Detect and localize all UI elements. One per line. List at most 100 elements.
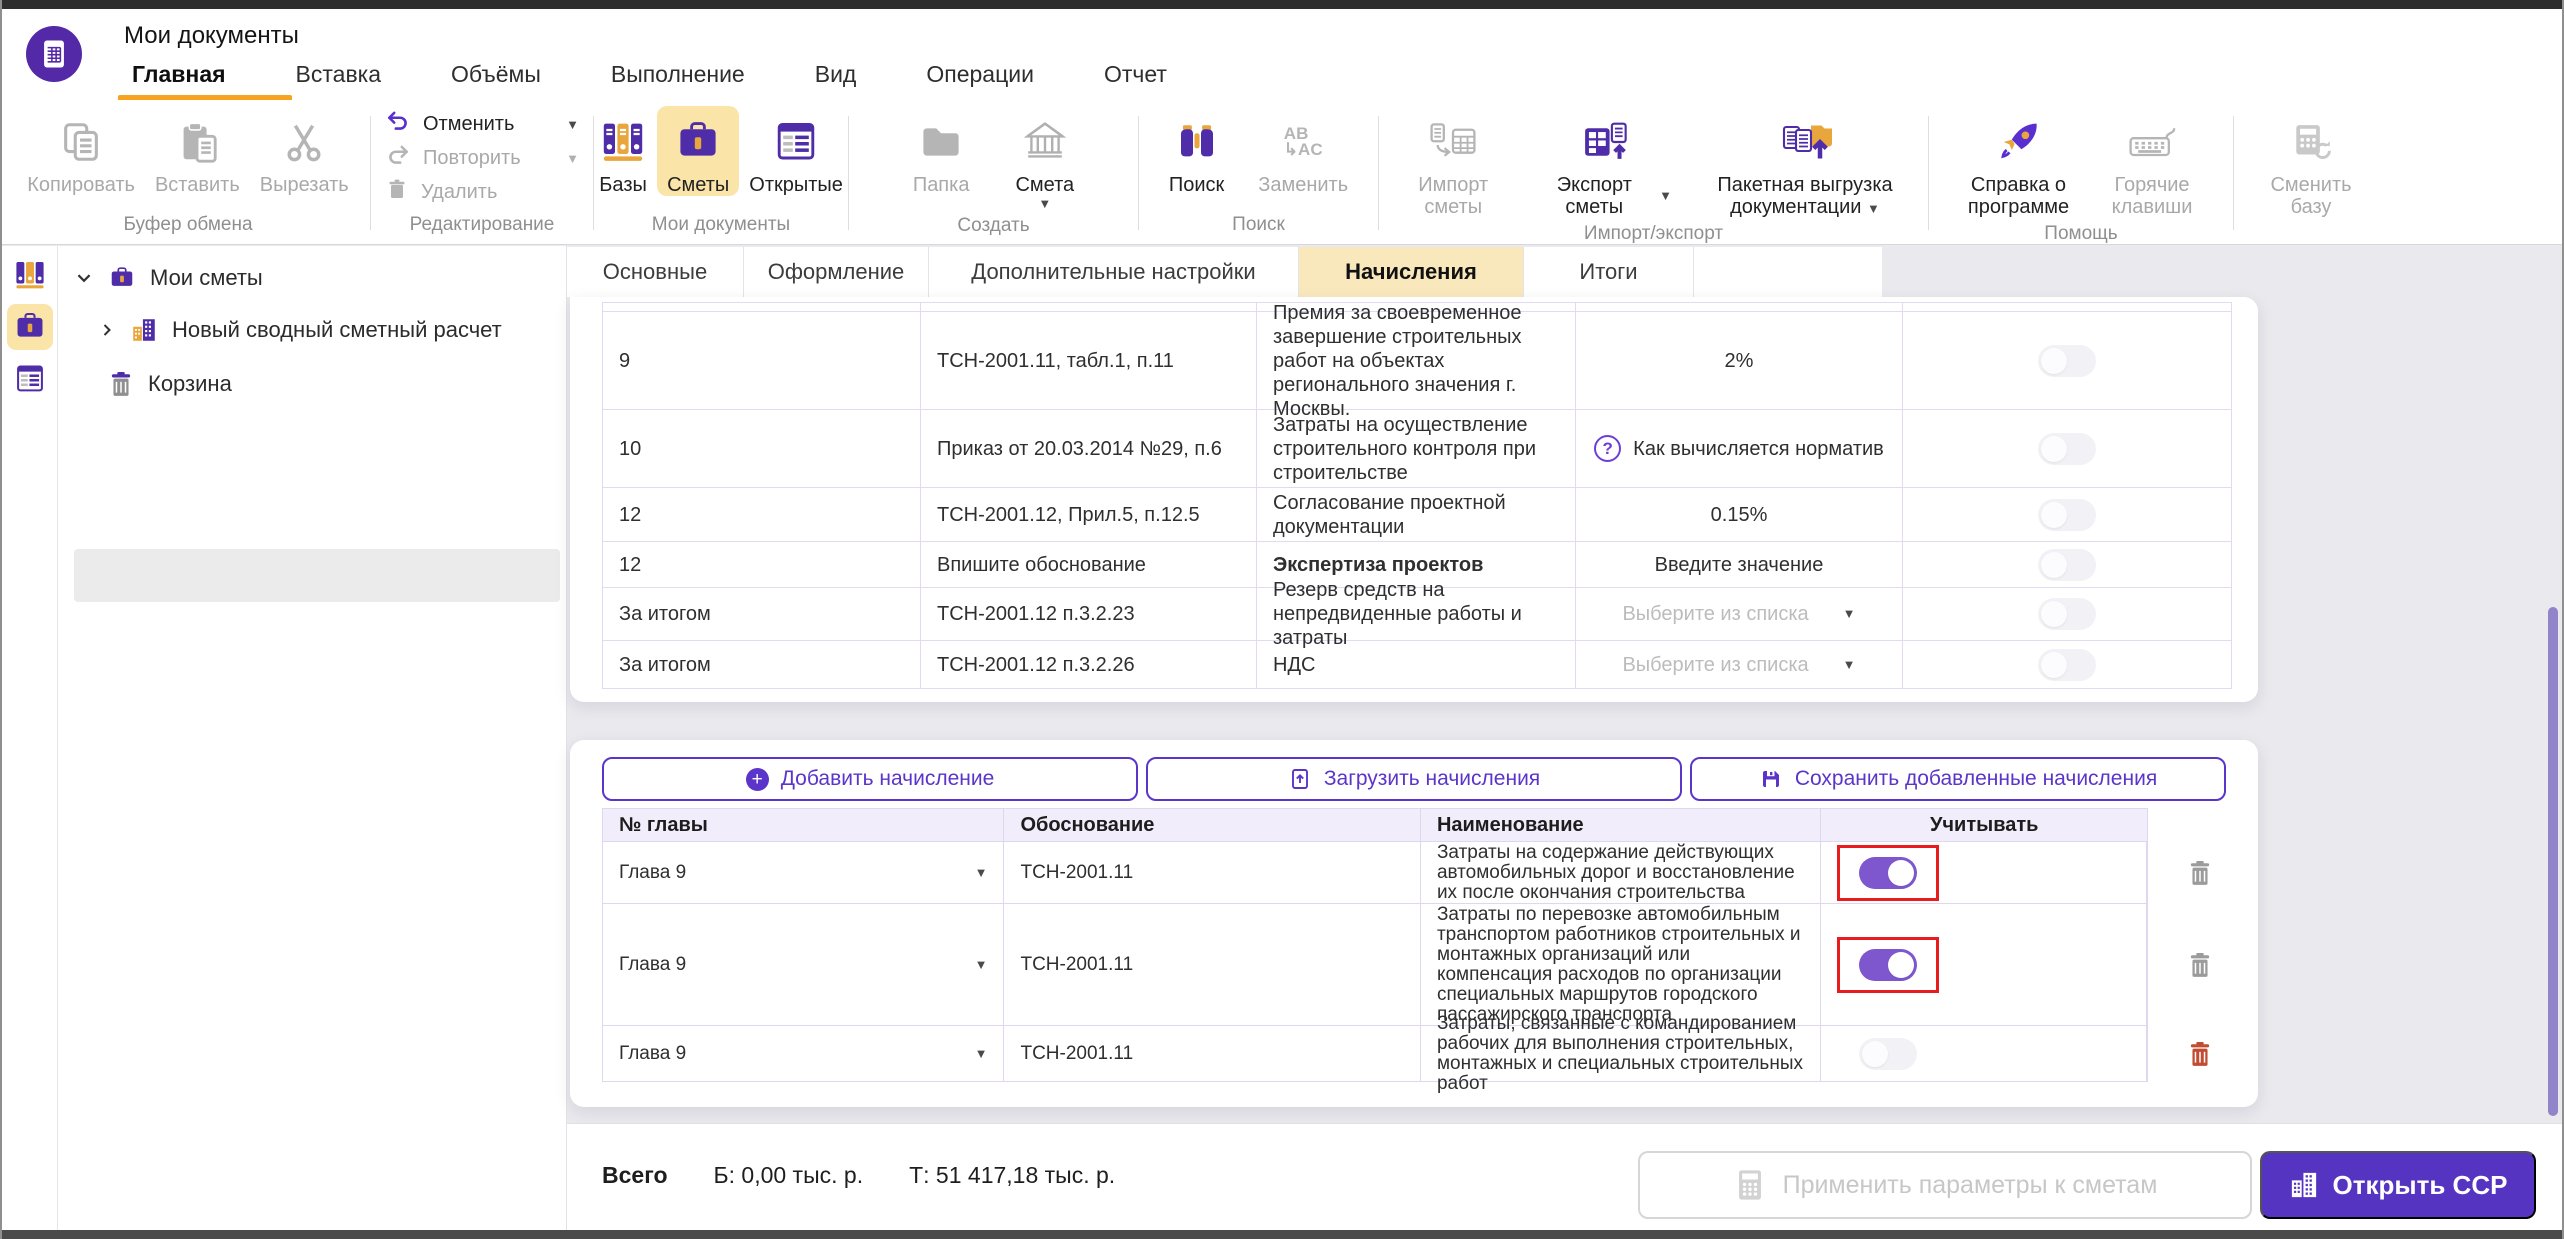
ribbon-tab-obyomy[interactable]: Объёмы bbox=[445, 61, 547, 104]
bases-button[interactable]: Базы bbox=[589, 106, 657, 196]
group-create: Папка Смета ▼ Создать bbox=[851, 100, 1136, 244]
how-calculated-link[interactable]: ?Как вычисляется норматив bbox=[1594, 435, 1884, 462]
basis-input[interactable]: Впишите обоснование bbox=[921, 542, 1257, 587]
value-select[interactable]: Выберите из списка▼ bbox=[1622, 602, 1855, 626]
toggle-wrap bbox=[1837, 1026, 1939, 1082]
copy-icon bbox=[58, 114, 104, 170]
basis-cell[interactable]: ТСН-2001.11 bbox=[1004, 842, 1420, 903]
undo-icon bbox=[385, 108, 411, 140]
group-caption: Редактирование bbox=[379, 210, 585, 242]
ribbon-tab-operacii[interactable]: Операции bbox=[920, 61, 1040, 104]
buildings-icon bbox=[130, 316, 158, 344]
vertical-scrollbar[interactable] bbox=[2548, 607, 2558, 1116]
apply-parameters-button[interactable]: Применить параметры к сметам bbox=[1638, 1151, 2252, 1219]
selected-row-highlight bbox=[74, 549, 560, 602]
tab-oformlenie[interactable]: Оформление bbox=[744, 247, 929, 297]
table-row: 10 Приказ от 20.03.2014 №29, п.6 Затраты… bbox=[603, 410, 2231, 488]
basis-cell[interactable]: ТСН-2001.12, Прил.5, п.12.5 bbox=[921, 488, 1257, 541]
toggle[interactable] bbox=[2038, 649, 2096, 681]
chevron-down-icon[interactable] bbox=[74, 268, 94, 288]
briefcase-icon bbox=[674, 114, 722, 170]
hotkeys-button[interactable]: Горячие клавиши bbox=[2095, 106, 2210, 219]
redo-button[interactable]: Повторить ▼ bbox=[379, 141, 585, 175]
switch-base-button[interactable]: Сменить базу bbox=[2256, 106, 2366, 219]
toggle[interactable] bbox=[2038, 549, 2096, 581]
group-switch-base: Сменить базу bbox=[2236, 100, 2386, 244]
toggle[interactable] bbox=[2038, 598, 2096, 630]
toggle[interactable] bbox=[2038, 433, 2096, 465]
rail-bases-button[interactable] bbox=[7, 252, 53, 298]
tab-osnovnye[interactable]: Основные bbox=[567, 247, 744, 297]
chapter-select[interactable]: Глава 9▼ bbox=[603, 904, 1004, 1025]
replace-button[interactable]: AB↳AC Заменить bbox=[1248, 106, 1358, 196]
binders-icon bbox=[599, 114, 647, 170]
chevron-right-icon[interactable] bbox=[98, 321, 116, 339]
basis-cell[interactable]: ТСН-2001.12 п.3.2.23 bbox=[921, 588, 1257, 640]
import-icon bbox=[1427, 114, 1479, 170]
chapter-select[interactable]: Глава 9▼ bbox=[603, 842, 1004, 903]
undo-button[interactable]: Отменить ▼ bbox=[379, 107, 585, 141]
document-icon bbox=[37, 37, 71, 71]
tab-itogi[interactable]: Итоги bbox=[1524, 247, 1694, 297]
save-accruals-button[interactable]: Сохранить добавленные начисления bbox=[1690, 757, 2226, 801]
delete-button[interactable]: Удалить bbox=[379, 175, 585, 209]
paste-button[interactable]: Вставить bbox=[145, 106, 250, 196]
accruals-table: 9 ТСН-2001.11, табл.1, п.11 Премия за св… bbox=[602, 302, 2232, 689]
dropdown-caret[interactable]: ▼ bbox=[1659, 189, 1672, 204]
tab-dop-nastroyki[interactable]: Дополнительные настройки bbox=[929, 247, 1299, 297]
value-select[interactable]: Выберите из списка▼ bbox=[1622, 653, 1855, 677]
ribbon-tab-vstavka[interactable]: Вставка bbox=[290, 61, 388, 104]
basis-cell[interactable]: ТСН-2001.11 bbox=[1004, 1026, 1420, 1081]
toggle[interactable] bbox=[1859, 949, 1917, 981]
tree-item-document[interactable]: Новый сводный сметный расчет bbox=[86, 304, 502, 356]
value-input[interactable]: Введите значение bbox=[1576, 542, 1903, 587]
sidebar: Мои сметы Новый сводный сметный расчет К… bbox=[2, 246, 567, 1230]
dropdown-caret[interactable]: ▼ bbox=[1038, 196, 1051, 211]
search-button[interactable]: Поиск bbox=[1159, 106, 1234, 196]
load-accruals-button[interactable]: Загрузить начисления bbox=[1146, 757, 1682, 801]
about-button[interactable]: Справка о программе bbox=[1953, 106, 2085, 219]
table-row: 9 ТСН-2001.11, табл.1, п.11 Премия за св… bbox=[603, 312, 2231, 410]
value-cell[interactable]: 0.15% bbox=[1576, 488, 1903, 541]
basis-cell[interactable]: Приказ от 20.03.2014 №29, п.6 bbox=[921, 410, 1257, 487]
header: Мои документы Главная Вставка Объёмы Вып… bbox=[2, 9, 2562, 100]
basis-cell[interactable]: ТСН-2001.11, табл.1, п.11 bbox=[921, 312, 1257, 409]
rail-smety-button[interactable] bbox=[7, 304, 53, 350]
new-folder-button[interactable]: Папка bbox=[903, 106, 980, 196]
tree-item-recycle-bin[interactable]: Корзина bbox=[62, 358, 232, 410]
tree-item-my-smety[interactable]: Мои сметы bbox=[62, 252, 263, 304]
opened-button[interactable]: Открытые bbox=[739, 106, 853, 196]
delete-row-button[interactable] bbox=[2179, 859, 2221, 887]
cut-button[interactable]: Вырезать bbox=[250, 106, 359, 196]
import-smeta-button[interactable]: Импорт сметы bbox=[1387, 106, 1519, 219]
divider bbox=[1138, 116, 1139, 230]
delete-row-button[interactable] bbox=[2179, 951, 2221, 979]
batch-export-button[interactable]: Пакетная выгрузка документации ▼ bbox=[1690, 106, 1920, 219]
load-document-icon bbox=[1288, 767, 1312, 791]
dropdown-caret[interactable]: ▼ bbox=[566, 151, 579, 166]
tab-nachisleniya[interactable]: Начисления bbox=[1299, 247, 1524, 297]
rail-opened-button[interactable] bbox=[7, 356, 53, 402]
toggle[interactable] bbox=[1859, 857, 1917, 889]
ribbon-tab-glavnaya[interactable]: Главная bbox=[126, 61, 232, 104]
ribbon-tab-vid[interactable]: Вид bbox=[809, 61, 863, 104]
toggle[interactable] bbox=[2038, 345, 2096, 377]
smety-button[interactable]: Сметы bbox=[657, 106, 739, 196]
new-smeta-button[interactable]: Смета ▼ bbox=[1005, 106, 1084, 211]
group-caption: Импорт/экспорт bbox=[1387, 219, 1920, 251]
dropdown-caret[interactable]: ▼ bbox=[1867, 201, 1880, 216]
copy-button[interactable]: Копировать bbox=[17, 106, 145, 196]
basis-cell[interactable]: ТСН-2001.12 п.3.2.26 bbox=[921, 641, 1257, 688]
ribbon-tab-otchet[interactable]: Отчет bbox=[1098, 61, 1173, 104]
open-ssr-button[interactable]: Открыть ССР bbox=[2260, 1151, 2536, 1219]
add-accrual-button[interactable]: + Добавить начисление bbox=[602, 757, 1138, 801]
basis-cell[interactable]: ТСН-2001.11 bbox=[1004, 904, 1420, 1025]
delete-row-button[interactable] bbox=[2179, 1040, 2221, 1068]
dropdown-caret[interactable]: ▼ bbox=[566, 117, 579, 132]
ribbon-tab-vypolnenie[interactable]: Выполнение bbox=[605, 61, 751, 104]
toggle[interactable] bbox=[2038, 499, 2096, 531]
value-cell[interactable]: 2% bbox=[1576, 312, 1903, 409]
chapter-select[interactable]: Глава 9▼ bbox=[603, 1026, 1004, 1081]
export-smeta-button[interactable]: Экспорт сметы▼ bbox=[1527, 106, 1682, 219]
toggle[interactable] bbox=[1859, 1038, 1917, 1070]
